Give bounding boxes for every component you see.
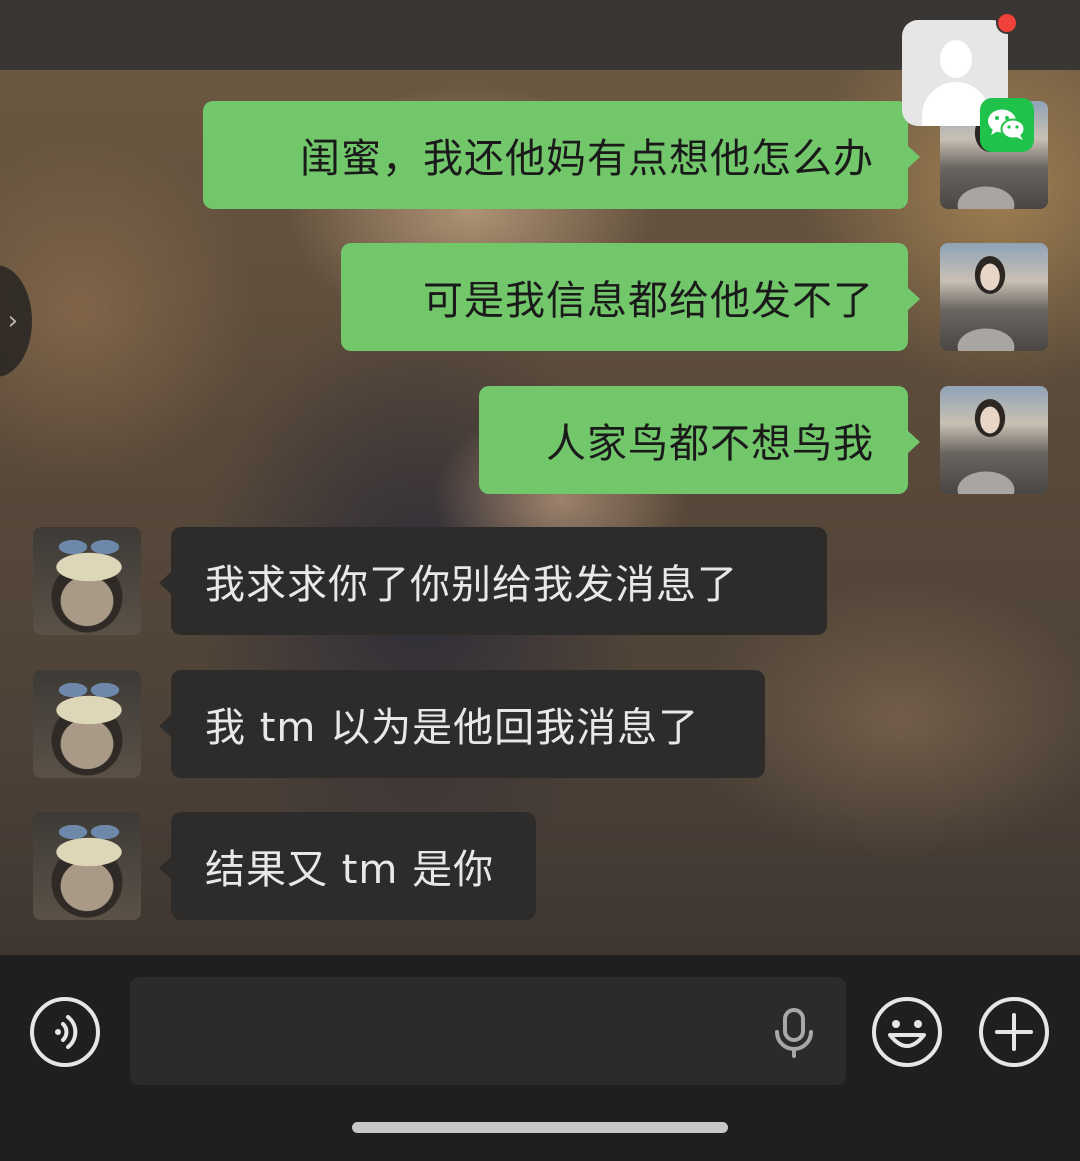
voice-toggle-icon: [30, 997, 100, 1067]
message-text: 闺蜜，我还他妈有点想他怎么办: [300, 136, 874, 182]
self-avatar[interactable]: [940, 243, 1048, 351]
outgoing-message-1[interactable]: 闺蜜，我还他妈有点想他怎么办: [203, 101, 920, 209]
plus-icon: [979, 997, 1049, 1067]
incoming-message-2[interactable]: 我 tm 以为是他回我消息了: [159, 670, 765, 778]
side-drawer-handle[interactable]: ›: [0, 265, 32, 377]
message-text: 可是我信息都给他发不了: [423, 278, 874, 324]
microphone-icon: [775, 1008, 813, 1058]
incoming-message-1[interactable]: 我求求你了你别给我发消息了: [159, 527, 827, 635]
friend-avatar[interactable]: [33, 527, 141, 635]
notification-dot: [996, 12, 1018, 34]
message-text: 人家鸟都不想鸟我: [546, 421, 874, 467]
more-button[interactable]: [977, 995, 1051, 1069]
outgoing-message-2[interactable]: 可是我信息都给他发不了: [341, 243, 920, 351]
friend-avatar[interactable]: [33, 670, 141, 778]
message-text: 我 tm 以为是他回我消息了: [205, 705, 700, 751]
incoming-message-3[interactable]: 结果又 tm 是你: [159, 812, 536, 920]
message-text: 结果又 tm 是你: [205, 847, 495, 893]
chevron-right-icon: ›: [7, 306, 18, 336]
home-indicator[interactable]: [352, 1122, 728, 1133]
friend-avatar[interactable]: [33, 812, 141, 920]
person-placeholder-icon: [940, 40, 972, 78]
message-input[interactable]: [130, 977, 846, 1085]
wechat-icon: [980, 98, 1034, 152]
self-avatar[interactable]: [940, 386, 1048, 494]
message-text: 我求求你了你别给我发消息了: [205, 562, 738, 608]
emoji-icon: [872, 997, 942, 1067]
microphone-button[interactable]: [772, 1008, 816, 1062]
emoji-button[interactable]: [870, 995, 944, 1069]
voice-toggle-button[interactable]: [28, 995, 102, 1069]
outgoing-message-3[interactable]: 人家鸟都不想鸟我: [479, 386, 920, 494]
